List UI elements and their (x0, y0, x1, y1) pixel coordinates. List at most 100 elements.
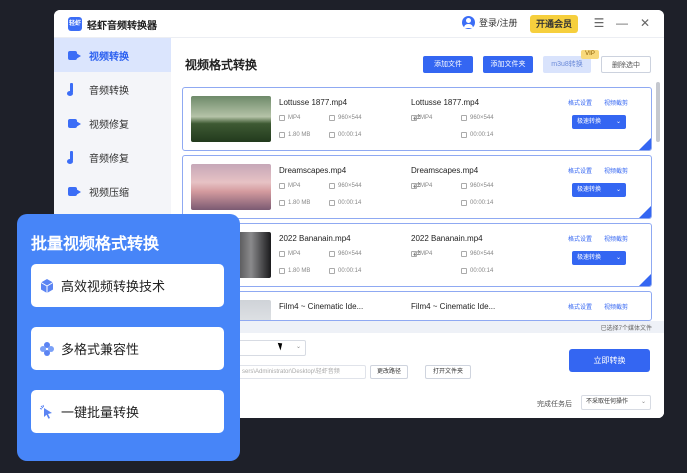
output-duration: 00:00:14 (461, 268, 493, 274)
source-resolution: 960×544 (329, 115, 362, 121)
video-thumbnail (191, 96, 271, 142)
vip-button[interactable]: 开通会员 (530, 15, 578, 33)
sidebar-item-label: 音频修复 (89, 153, 129, 165)
selected-check-icon[interactable] (639, 274, 651, 286)
output-filename: 2022 Bananain.mp4 (411, 234, 483, 243)
feature-item: 多格式兼容性 (31, 327, 224, 370)
source-filename: Film4 ~ Cinematic Ide... (279, 302, 364, 311)
selection-status-bar: 已选择7个媒体文件 (171, 321, 664, 333)
app-title: 轻虾音频转换器 (87, 21, 157, 32)
source-size: 1.80 MB (279, 268, 310, 274)
user-icon (462, 16, 475, 29)
source-size: 1.80 MB (279, 200, 310, 206)
source-duration: 00:00:14 (329, 132, 361, 138)
fast-convert-button[interactable]: 极速转换 ⌄ (572, 251, 626, 265)
title-bar: 轻虾 轻虾音频转换器 登录/注册 开通会员 ☰ — ✕ (54, 10, 664, 38)
after-done-label: 完成任务后 (537, 401, 572, 408)
video-thumbnail (191, 164, 271, 210)
cursor-click-icon (39, 404, 55, 420)
delete-selected-button[interactable]: 删除选中 (601, 56, 651, 73)
video-trim-link[interactable]: 视频截剪 (604, 302, 628, 311)
sidebar-item-label: 音频转换 (89, 85, 129, 97)
app-logo-icon: 轻虾 (68, 17, 82, 31)
sidebar-item-audio-convert[interactable]: 音频转换 (54, 72, 171, 106)
video-repair-icon (68, 117, 81, 130)
output-duration: 00:00:14 (461, 132, 493, 138)
output-format: MP4 (411, 115, 432, 121)
change-path-button[interactable]: 更改路径 (370, 365, 408, 379)
audio-convert-icon (67, 82, 81, 96)
list-item[interactable]: Film4 ~ Cinematic Ide... Film4 ~ Cinemat… (182, 291, 652, 321)
source-duration: 00:00:14 (329, 268, 361, 274)
source-format: MP4 (279, 115, 300, 121)
chevron-down-icon: ⌄ (640, 399, 646, 405)
format-settings-link[interactable]: 格式设置 (568, 302, 592, 311)
feature-label: 多格式兼容性 (61, 342, 140, 357)
sidebar-item-audio-repair[interactable]: 音频修复 (54, 140, 171, 174)
minimize-icon[interactable]: — (615, 16, 629, 30)
source-duration: 00:00:14 (329, 200, 361, 206)
promo-title: 批量视频格式转换 (31, 236, 160, 253)
login-label: 登录/注册 (479, 18, 518, 28)
selected-count: 已选择7个媒体文件 (600, 326, 652, 332)
add-file-button[interactable]: 添加文件 (423, 56, 473, 73)
video-compress-icon (68, 185, 81, 198)
source-filename: 2022 Bananain.mp4 (279, 234, 351, 243)
source-filename: Lottusse 1877.mp4 (279, 98, 348, 107)
output-filename: Dreamscapes.mp4 (411, 166, 479, 175)
sidebar-item-video-convert[interactable]: 视频转换 (54, 38, 171, 72)
sidebar-item-label: 视频修复 (89, 119, 129, 131)
bottom-panel: ⌄ sers\Administrator\Desktop\轻虾音频 更改路径 打… (171, 333, 664, 418)
scrollbar[interactable] (656, 82, 660, 142)
video-trim-link[interactable]: 视频截剪 (604, 166, 628, 175)
flower-icon (39, 341, 55, 357)
sidebar-item-video-repair[interactable]: 视频修复 (54, 106, 171, 140)
fast-convert-button[interactable]: 极速转换 ⌄ (572, 115, 626, 129)
format-settings-link[interactable]: 格式设置 (568, 98, 592, 107)
selected-check-icon[interactable] (639, 206, 651, 218)
output-format: MP4 (411, 183, 432, 189)
output-resolution: 960×544 (461, 115, 494, 121)
after-done-select[interactable]: 不采取任何操作 ⌄ (581, 395, 651, 410)
vip-badge: VIP (581, 50, 599, 59)
add-folder-button[interactable]: 添加文件夹 (483, 56, 533, 73)
cube-icon (39, 278, 55, 294)
promo-card: 批量视频格式转换 高效视频转换技术 多格式兼容性 一键批量转换 (17, 214, 240, 461)
list-item[interactable]: Dreamscapes.mp4 MP4 960×544 1.80 MB 00:0… (182, 155, 652, 219)
feature-label: 一键批量转换 (61, 405, 140, 420)
video-trim-link[interactable]: 视频截剪 (604, 234, 628, 243)
main-panel: 视频格式转换 添加文件 添加文件夹 m3u8转换 VIP 删除选中 Lottus… (171, 38, 664, 418)
source-resolution: 960×544 (329, 251, 362, 257)
output-filename: Film4 ~ Cinematic Ide... (411, 302, 496, 311)
close-icon[interactable]: ✕ (638, 16, 652, 30)
page-title: 视频格式转换 (185, 58, 258, 72)
format-settings-link[interactable]: 格式设置 (568, 166, 592, 175)
source-resolution: 960×544 (329, 183, 362, 189)
convert-now-button[interactable]: 立即转换 (569, 349, 650, 372)
sidebar-item-label: 视频压缩 (89, 187, 129, 199)
source-format: MP4 (279, 251, 300, 257)
output-duration: 00:00:14 (461, 200, 493, 206)
fast-convert-button[interactable]: 极速转换 ⌄ (572, 183, 626, 197)
feature-item: 高效视频转换技术 (31, 264, 224, 307)
output-resolution: 960×544 (461, 251, 494, 257)
open-folder-button[interactable]: 打开文件夹 (425, 365, 471, 379)
login-button[interactable]: 登录/注册 (462, 16, 518, 29)
sidebar-item-label: 视频转换 (89, 51, 129, 63)
source-format: MP4 (279, 183, 300, 189)
output-format: MP4 (411, 251, 432, 257)
feature-item: 一键批量转换 (31, 390, 224, 433)
sidebar-item-video-compress[interactable]: 视频压缩 (54, 174, 171, 208)
audio-repair-icon (67, 150, 81, 164)
format-settings-link[interactable]: 格式设置 (568, 234, 592, 243)
selected-check-icon[interactable] (639, 138, 651, 150)
chevron-down-icon: ⌄ (295, 344, 301, 350)
menu-icon[interactable]: ☰ (592, 16, 606, 30)
list-item[interactable]: Lottusse 1877.mp4 MP4 960×544 1.80 MB 00… (182, 87, 652, 151)
source-size: 1.80 MB (279, 132, 310, 138)
list-item[interactable]: 2022 Bananain.mp4 MP4 960×544 1.80 MB 00… (182, 223, 652, 287)
video-trim-link[interactable]: 视频截剪 (604, 98, 628, 107)
output-resolution: 960×544 (461, 183, 494, 189)
video-convert-icon (68, 49, 81, 62)
source-filename: Dreamscapes.mp4 (279, 166, 347, 175)
